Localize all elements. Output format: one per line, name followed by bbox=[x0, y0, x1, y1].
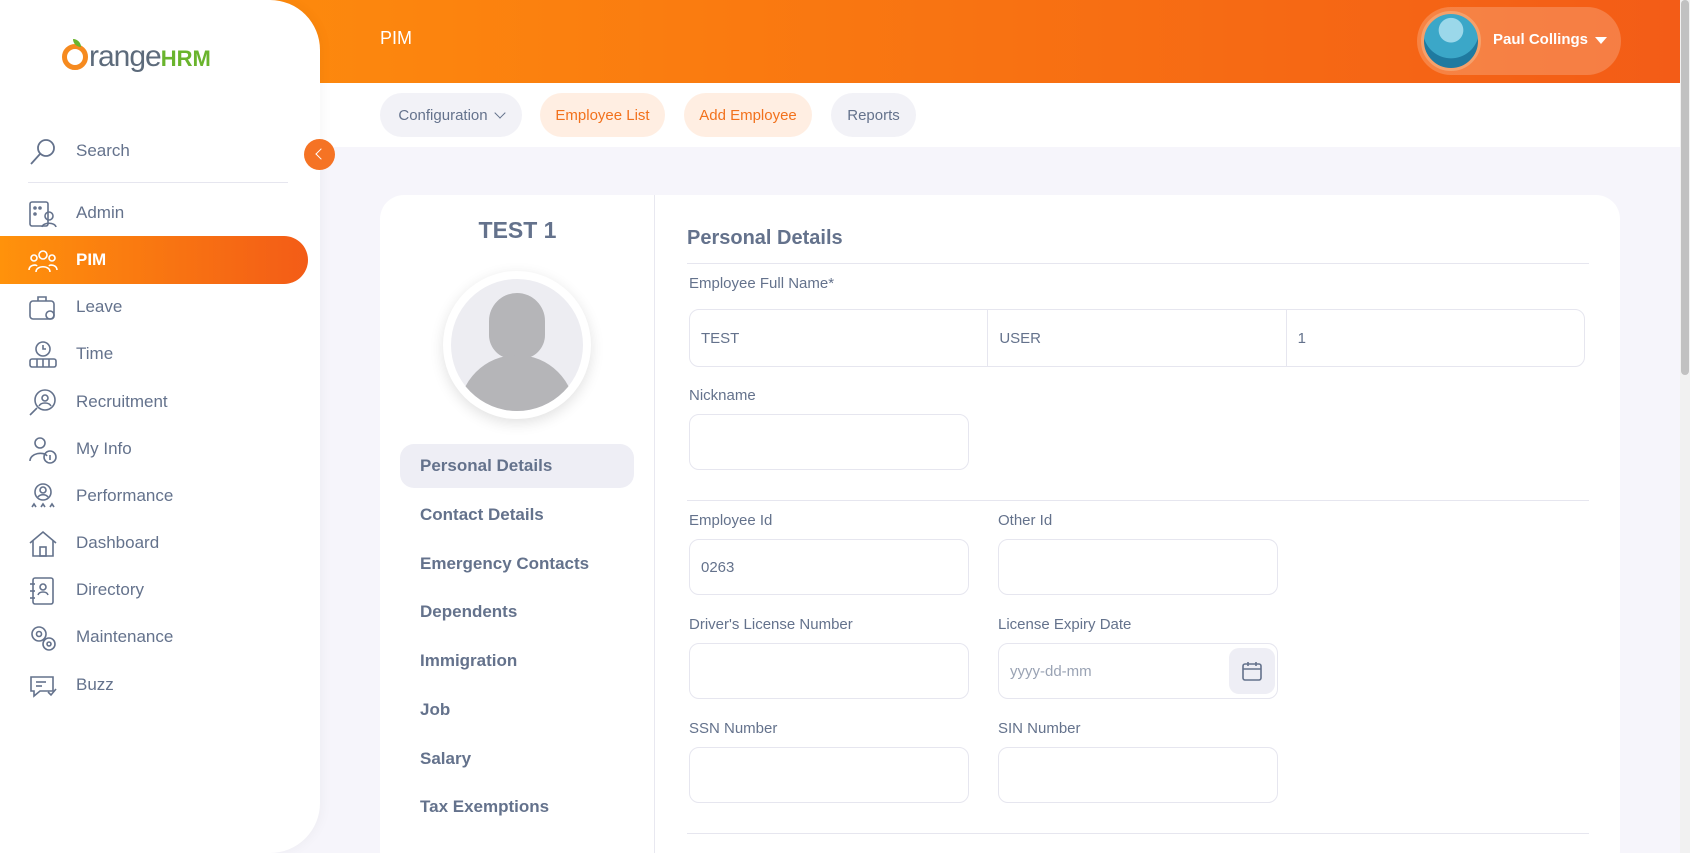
employee-photo[interactable] bbox=[443, 271, 591, 419]
avatar bbox=[1421, 11, 1481, 71]
admin-icon bbox=[29, 201, 57, 228]
tab-label: Salary bbox=[420, 749, 472, 768]
sidebar-item-label: Performance bbox=[76, 486, 174, 505]
sidebar-item-my-info[interactable]: My Info bbox=[0, 425, 308, 473]
sin-input[interactable] bbox=[998, 747, 1278, 803]
directory-icon bbox=[30, 577, 54, 605]
tab-label: Contact Details bbox=[420, 505, 544, 524]
sidebar-item-label: Leave bbox=[76, 297, 123, 316]
nickname-input[interactable] bbox=[689, 414, 969, 470]
user-name: Paul Collings bbox=[1493, 31, 1589, 48]
sidebar: rangeHRM Search Admin PIM Leave Time Rec… bbox=[0, 0, 320, 853]
license-expiry-placeholder: yyyy-dd-mm bbox=[1010, 662, 1092, 680]
tab-configuration-label: Configuration bbox=[398, 106, 488, 124]
tab-salary[interactable]: Salary bbox=[400, 737, 634, 781]
drivers-license-input[interactable] bbox=[689, 643, 969, 699]
sidebar-item-admin[interactable]: Admin bbox=[0, 189, 308, 237]
caret-down-icon bbox=[1595, 37, 1607, 44]
search-icon bbox=[30, 139, 55, 165]
sidebar-search[interactable]: Search bbox=[28, 133, 288, 183]
employee-details-card: TEST 1 Personal Details Contact Details … bbox=[380, 195, 1620, 853]
tab-employee-list[interactable]: Employee List bbox=[540, 93, 665, 137]
buzz-icon bbox=[30, 676, 57, 698]
employee-side-panel: TEST 1 Personal Details Contact Details … bbox=[380, 195, 655, 853]
sidebar-item-label: Recruitment bbox=[76, 392, 168, 411]
sidebar-item-label: Dashboard bbox=[76, 533, 160, 552]
module-title: PIM bbox=[380, 28, 413, 48]
sidebar-item-performance[interactable]: Performance bbox=[0, 472, 308, 520]
performance-icon bbox=[31, 483, 55, 508]
tab-label: Personal Details bbox=[420, 456, 553, 475]
sidebar-item-directory[interactable]: Directory bbox=[0, 566, 308, 614]
tab-reports[interactable]: Reports bbox=[831, 93, 916, 137]
sidebar-item-label: Buzz bbox=[76, 675, 114, 694]
sidebar-item-label: Maintenance bbox=[76, 627, 174, 646]
recruitment-icon bbox=[29, 389, 56, 416]
license-expiry-input[interactable]: yyyy-dd-mm bbox=[998, 643, 1278, 699]
sidebar-item-label: PIM bbox=[76, 250, 107, 269]
sidebar-item-label: Admin bbox=[76, 203, 125, 222]
tab-dependents[interactable]: Dependents bbox=[400, 590, 634, 634]
last-name-input[interactable]: 1 bbox=[1287, 310, 1584, 366]
employee-id-label: Employee Id bbox=[689, 512, 773, 529]
tab-add-employee[interactable]: Add Employee bbox=[684, 93, 812, 137]
orangehrm-logo[interactable]: rangeHRM bbox=[62, 39, 211, 74]
tab-immigration[interactable]: Immigration bbox=[400, 639, 634, 683]
license-expiry-label: License Expiry Date bbox=[998, 616, 1132, 633]
tab-emergency-contacts[interactable]: Emergency Contacts bbox=[400, 542, 634, 586]
tab-tax-exemptions[interactable]: Tax Exemptions bbox=[400, 785, 634, 829]
tab-configuration[interactable]: Configuration bbox=[380, 93, 522, 137]
tab-label: Emergency Contacts bbox=[420, 554, 590, 573]
sidebar-item-pim[interactable]: PIM bbox=[0, 236, 308, 284]
tab-personal-details[interactable]: Personal Details bbox=[400, 444, 634, 488]
sidebar-collapse-button[interactable] bbox=[304, 139, 335, 170]
tab-label: Tax Exemptions bbox=[420, 797, 550, 816]
maintenance-icon bbox=[31, 626, 56, 651]
sidebar-item-recruitment[interactable]: Recruitment bbox=[0, 378, 308, 426]
tab-contact-details[interactable]: Contact Details bbox=[400, 493, 634, 537]
sidebar-item-buzz[interactable]: Buzz bbox=[0, 661, 308, 709]
drivers-license-label: Driver's License Number bbox=[689, 616, 853, 633]
ssn-input[interactable] bbox=[689, 747, 969, 803]
dashboard-icon bbox=[29, 530, 57, 557]
full-name-group: TEST USER 1 bbox=[689, 309, 1585, 367]
divider bbox=[687, 833, 1589, 834]
calendar-button[interactable] bbox=[1229, 648, 1275, 694]
sidebar-item-label: Time bbox=[76, 344, 114, 363]
divider bbox=[687, 263, 1589, 264]
search-label: Search bbox=[76, 141, 130, 160]
section-title: Personal Details bbox=[687, 227, 843, 249]
middle-name-input[interactable]: USER bbox=[988, 310, 1287, 366]
employee-name: TEST 1 bbox=[478, 217, 557, 243]
sidebar-item-leave[interactable]: Leave bbox=[0, 283, 308, 331]
first-name-input[interactable]: TEST bbox=[690, 310, 989, 366]
pim-icon bbox=[28, 250, 58, 273]
divider bbox=[687, 500, 1589, 501]
sidebar-item-dashboard[interactable]: Dashboard bbox=[0, 519, 308, 567]
other-id-input[interactable] bbox=[998, 539, 1278, 595]
user-menu[interactable]: Paul Collings bbox=[1417, 7, 1621, 75]
ssn-label: SSN Number bbox=[689, 720, 778, 737]
sub-navigation: Configuration Employee List Add Employee… bbox=[320, 83, 1680, 147]
tab-label: Dependents bbox=[420, 602, 518, 621]
tab-job[interactable]: Job bbox=[400, 688, 634, 732]
chevron-down-icon bbox=[493, 107, 506, 119]
tab-label: Immigration bbox=[420, 651, 518, 670]
sidebar-item-label: Directory bbox=[76, 580, 145, 599]
my-info-icon bbox=[29, 437, 57, 464]
sidebar-item-label: My Info bbox=[76, 439, 132, 458]
full-name-label: Employee Full Name* bbox=[689, 275, 835, 292]
tab-label: Job bbox=[420, 700, 451, 719]
other-id-label: Other Id bbox=[998, 512, 1053, 529]
employee-id-input[interactable]: 0263 bbox=[689, 539, 969, 595]
calendar-icon bbox=[1242, 662, 1262, 681]
sin-label: SIN Number bbox=[998, 720, 1081, 737]
sidebar-item-maintenance[interactable]: Maintenance bbox=[0, 613, 308, 661]
sidebar-item-time[interactable]: Time bbox=[0, 330, 308, 378]
time-icon bbox=[29, 341, 57, 368]
page-scrollbar[interactable] bbox=[1680, 0, 1690, 853]
nickname-label: Nickname bbox=[689, 387, 756, 404]
scrollbar-thumb[interactable] bbox=[1681, 0, 1689, 375]
leave-icon bbox=[29, 296, 55, 320]
